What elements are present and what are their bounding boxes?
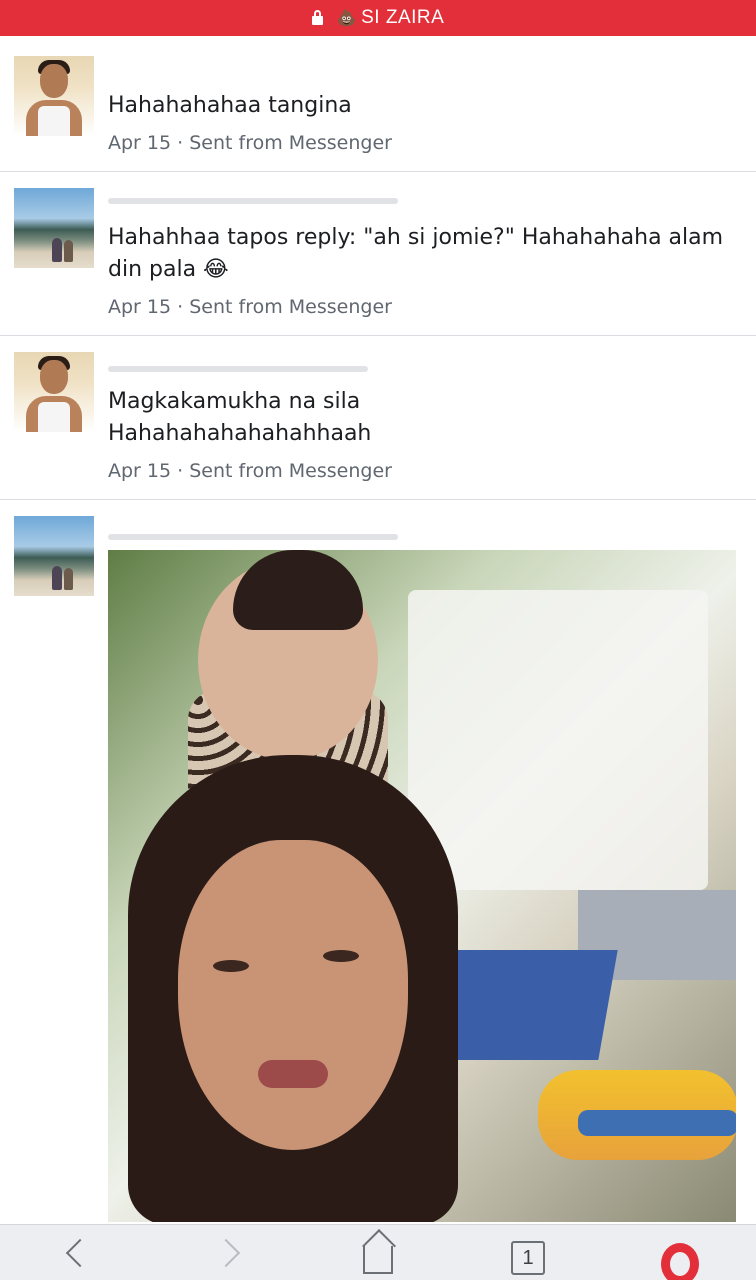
home-icon	[363, 1246, 393, 1274]
meta-separator: ·	[177, 460, 184, 482]
avatar-shirt	[38, 402, 70, 432]
photo-inflatable-stripe	[578, 1110, 736, 1136]
avatar[interactable]	[14, 188, 94, 268]
top-bar: 💩 SI ZAIRA	[0, 0, 756, 36]
comment-text: Hahahhaa tapos reply: "ah si jomie?" Hah…	[108, 225, 724, 282]
meta-separator: ·	[177, 296, 184, 318]
tabs-button[interactable]: 1	[498, 1225, 558, 1280]
tab-count: 1	[511, 1241, 545, 1275]
avatar[interactable]	[14, 516, 94, 596]
author-name-cropped[interactable]	[108, 534, 398, 540]
forward-button[interactable]	[196, 1225, 256, 1280]
browser-bottom-bar: 1	[0, 1224, 756, 1280]
lock-icon	[311, 9, 323, 25]
avatar-head	[40, 360, 68, 394]
chevron-right-icon	[211, 1238, 241, 1268]
photo-woman-face	[178, 840, 408, 1150]
avatar-figure	[52, 566, 62, 590]
comment-date[interactable]: Apr 15	[108, 460, 171, 482]
comment-meta: Apr 15 · Sent from Messenger	[108, 460, 392, 482]
comment-text: Magkakamukha na sila Hahahahahahahahhaah	[108, 389, 372, 446]
avatar-shirt	[38, 106, 70, 136]
author-name-cropped[interactable]	[108, 198, 398, 204]
comment-item: Hahahahahaa tangina Apr 15 · Sent from M…	[0, 36, 756, 172]
photo-mouth	[258, 1060, 328, 1088]
comment-meta: Apr 15 · Sent from Messenger	[108, 132, 392, 154]
comment-date[interactable]: Apr 15	[108, 296, 171, 318]
comment-source: Sent from Messenger	[189, 132, 392, 154]
avatar[interactable]	[14, 352, 94, 432]
avatar[interactable]	[14, 56, 94, 136]
comment-item: Magkakamukha na sila Hahahahahahahahhaah…	[0, 336, 756, 500]
chevron-left-icon	[65, 1238, 95, 1268]
opera-menu-button[interactable]	[650, 1225, 710, 1280]
opera-logo-icon	[661, 1243, 699, 1280]
page-title: SI ZAIRA	[361, 7, 445, 28]
comment-item: Hahahhaa tapos reply: "ah si jomie?" Hah…	[0, 172, 756, 336]
poop-emoji: 💩	[336, 10, 358, 27]
comment-source: Sent from Messenger	[189, 460, 392, 482]
comment-source: Sent from Messenger	[189, 296, 392, 318]
avatar-figure	[52, 238, 62, 262]
home-button[interactable]	[348, 1225, 408, 1280]
photo-eye	[213, 960, 249, 972]
back-button[interactable]	[50, 1225, 110, 1280]
photo-sky	[408, 590, 708, 890]
meta-separator: ·	[177, 132, 184, 154]
author-name-cropped[interactable]	[108, 366, 368, 372]
avatar-figure	[64, 240, 73, 262]
avatar-figure	[64, 568, 73, 590]
comment-date[interactable]: Apr 15	[108, 132, 171, 154]
photo-eye	[323, 950, 359, 962]
comment-meta: Apr 15 · Sent from Messenger	[108, 296, 392, 318]
avatar-head	[40, 64, 68, 98]
comment-text: Hahahahahaa tangina	[108, 93, 352, 118]
comment-photo[interactable]	[108, 550, 736, 1222]
photo-baby-hair	[233, 550, 363, 630]
